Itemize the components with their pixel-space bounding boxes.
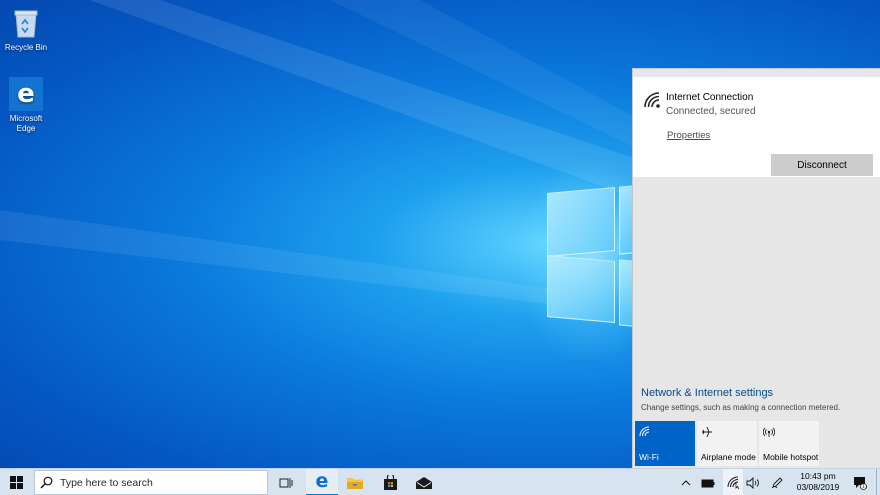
network-settings-description: Change settings, such as making a connec… xyxy=(641,403,841,412)
taskbar-app-store[interactable] xyxy=(374,469,406,495)
network-name: Internet Connection xyxy=(666,92,754,103)
taskbar-search-box[interactable]: Type here to search xyxy=(34,470,268,495)
taskbar-app-edge[interactable]: e xyxy=(306,469,338,495)
show-desktop-button[interactable] xyxy=(876,469,880,495)
battery-icon xyxy=(701,479,715,487)
disconnect-button[interactable]: Disconnect xyxy=(771,154,873,176)
desktop-icon-label: Microsoft Edge xyxy=(9,114,43,133)
network-status: Connected, secured xyxy=(666,106,756,117)
edge-icon: e xyxy=(9,77,43,111)
pen-workspace-button[interactable] xyxy=(767,469,787,495)
airplane-mode-quick-action[interactable]: Airplane mode xyxy=(697,421,757,466)
quick-action-label: Airplane mode xyxy=(701,452,756,462)
taskbar-clock[interactable]: 10:43 pm 03/08/2019 xyxy=(788,471,848,493)
chevron-up-icon xyxy=(681,479,691,485)
mobile-hotspot-quick-action[interactable]: Mobile hotspot xyxy=(759,421,819,466)
clock-date: 03/08/2019 xyxy=(796,482,840,492)
recycle-bin-icon xyxy=(9,6,43,40)
pen-icon xyxy=(771,477,783,489)
task-view-button[interactable] xyxy=(272,469,300,495)
microsoft-edge-shortcut[interactable]: e Microsoft Edge xyxy=(0,77,52,134)
show-hidden-icons-button[interactable] xyxy=(676,469,696,495)
hotspot-icon xyxy=(763,427,775,437)
wifi-tray-icon xyxy=(727,476,739,489)
action-center-button[interactable]: 1 xyxy=(850,469,870,495)
notification-count: 1 xyxy=(862,484,865,490)
clock-time: 10:43 pm xyxy=(800,471,836,481)
network-settings-link[interactable]: Network & Internet settings xyxy=(641,387,773,399)
start-button[interactable] xyxy=(0,469,33,495)
folder-icon xyxy=(347,478,363,489)
desktop-icon-label: Recycle Bin xyxy=(4,43,48,52)
network-connection-card[interactable]: Internet Connection Connected, secured P… xyxy=(633,77,880,177)
taskbar: Type here to search e 10:43 pm 03/08/201… xyxy=(0,468,880,495)
quick-action-label: Wi-Fi xyxy=(639,452,659,462)
store-bag-icon xyxy=(383,475,397,490)
speaker-icon xyxy=(746,476,759,489)
airplane-icon xyxy=(702,426,712,438)
recycle-bin-shortcut[interactable]: Recycle Bin xyxy=(0,6,52,53)
mail-icon xyxy=(416,476,432,489)
properties-link[interactable]: Properties xyxy=(667,130,710,141)
taskbar-app-mail[interactable] xyxy=(408,469,440,495)
search-icon xyxy=(35,476,57,489)
wifi-icon xyxy=(639,426,650,437)
notification-icon: 1 xyxy=(854,476,867,490)
battery-status-button[interactable] xyxy=(698,469,718,495)
edge-icon: e xyxy=(315,470,329,492)
network-tray-button[interactable] xyxy=(723,469,743,495)
volume-button[interactable] xyxy=(743,469,763,495)
wifi-connected-icon xyxy=(644,92,660,108)
quick-action-label: Mobile hotspot xyxy=(763,452,819,462)
taskbar-app-file-explorer[interactable] xyxy=(339,469,371,495)
network-flyout: Internet Connection Connected, secured P… xyxy=(632,68,880,468)
windows-logo-pane xyxy=(619,259,633,327)
wifi-quick-action[interactable]: Wi-Fi xyxy=(635,421,695,466)
windows-logo-pane xyxy=(547,187,615,257)
task-view-icon xyxy=(279,477,293,488)
windows-logo-pane xyxy=(619,185,633,255)
windows-logo-pane xyxy=(547,255,615,323)
windows-logo-icon xyxy=(10,476,23,489)
search-placeholder: Type here to search xyxy=(60,476,153,489)
